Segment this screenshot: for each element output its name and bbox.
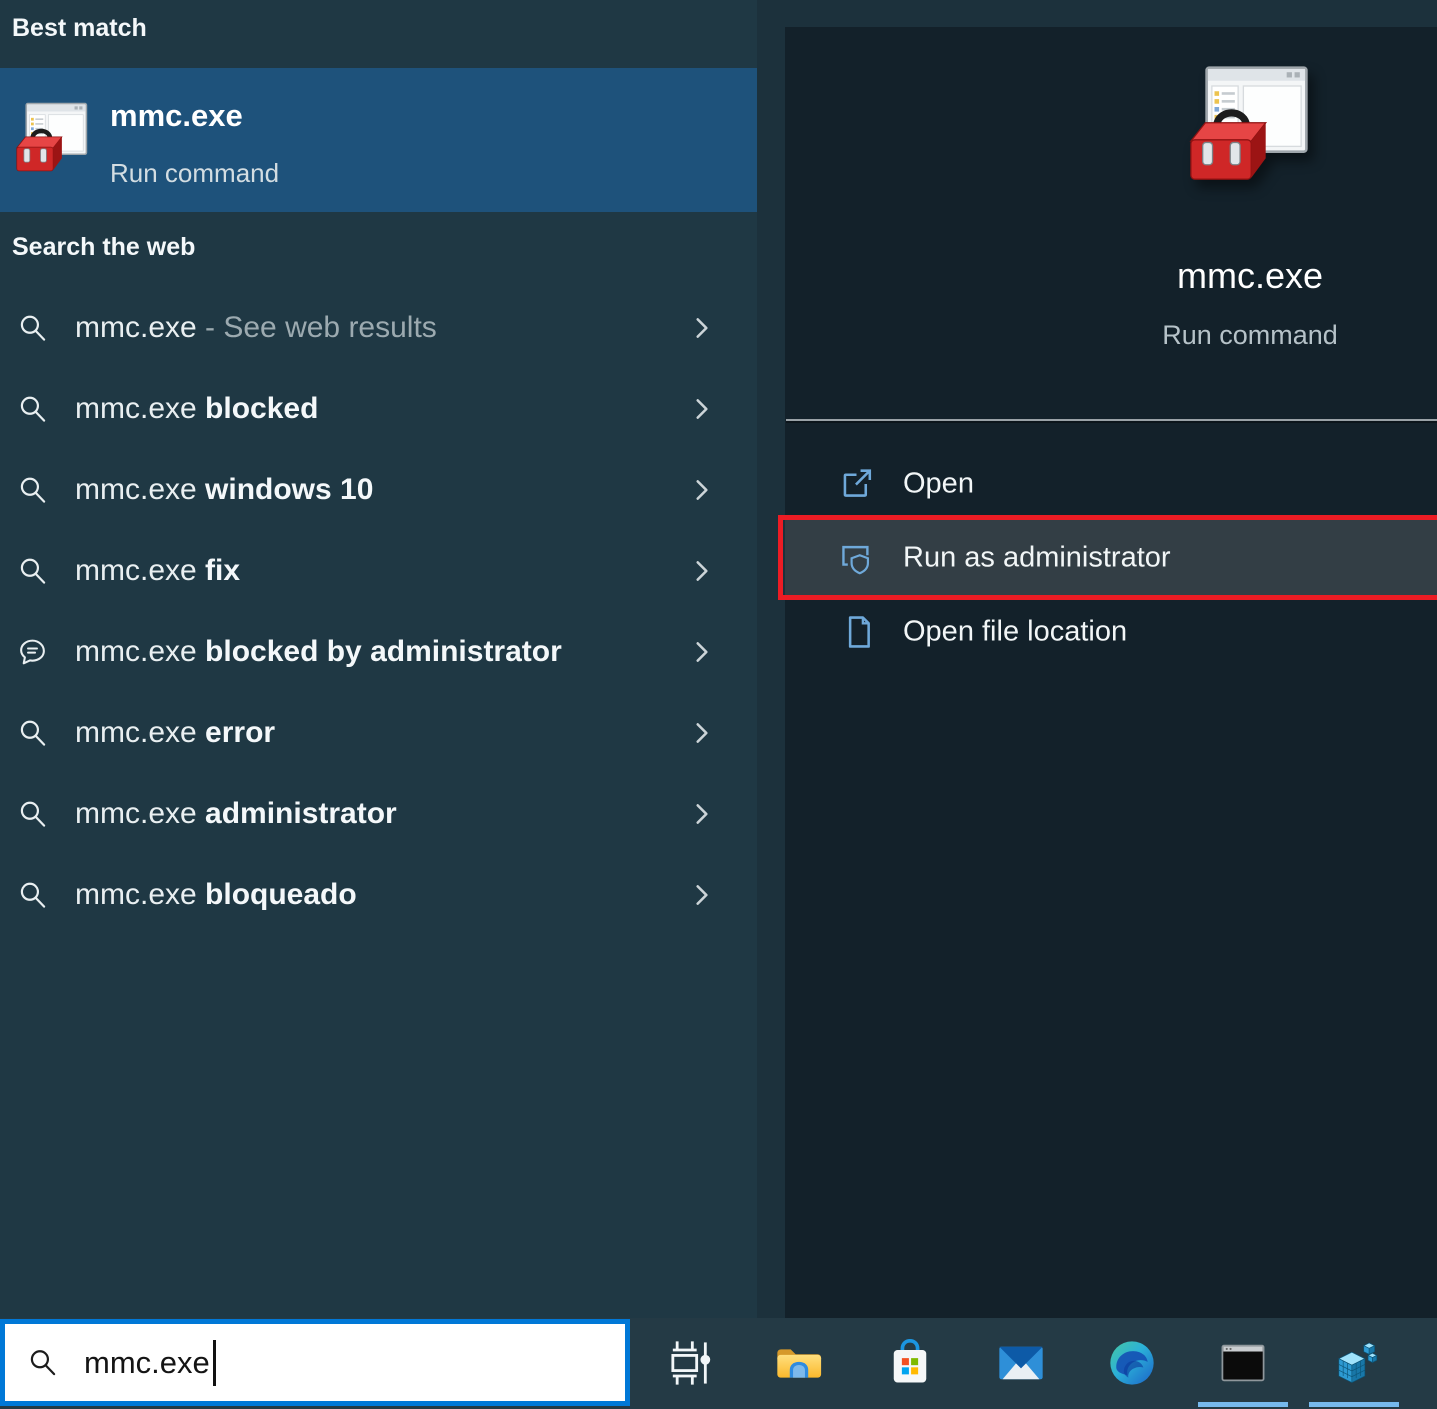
search-suggestion[interactable]: mmc.exe administrator: [0, 773, 757, 854]
preview-title: mmc.exe: [1000, 255, 1437, 297]
task-view-icon: [662, 1337, 714, 1389]
panel-divider: [757, 0, 785, 1318]
action-run-as-administrator[interactable]: Run as administrator: [785, 516, 1437, 599]
chat-bubble-icon: [17, 636, 48, 667]
search-suggestion[interactable]: mmc.exe - See web results: [0, 287, 757, 368]
preview-panel: mmc.exe Run command Open Run as administ…: [785, 27, 1437, 1318]
chevron-right-icon: [691, 638, 714, 665]
search-icon: [17, 393, 48, 424]
chevron-right-icon: [691, 557, 714, 584]
search-icon: [17, 798, 48, 829]
search-icon: [17, 312, 48, 343]
preview-divider: [786, 419, 1437, 421]
taskbar-task-view-button[interactable]: [662, 1337, 714, 1389]
taskbar-mail-button[interactable]: [995, 1337, 1047, 1389]
taskbar-search-box[interactable]: mmc.exe: [0, 1319, 630, 1406]
taskbar-file-explorer-button[interactable]: [773, 1337, 825, 1389]
best-match-subtitle: Run command: [110, 158, 279, 189]
mmc-toolbox-icon: [12, 102, 88, 178]
chevron-right-icon: [691, 314, 714, 341]
search-input-value: mmc.exe: [84, 1345, 210, 1381]
search-web-header: Search the web: [12, 233, 195, 262]
mmc-toolbox-icon-large: [1183, 65, 1309, 191]
chevron-right-icon: [691, 395, 714, 422]
search-suggestion[interactable]: mmc.exe error: [0, 692, 757, 773]
taskbar-terminal-button[interactable]: [1217, 1337, 1269, 1389]
search-icon: [17, 474, 48, 505]
search-suggestion[interactable]: mmc.exe bloqueado: [0, 854, 757, 935]
taskbar: mmc.exe: [0, 1318, 1437, 1409]
search-suggestion[interactable]: mmc.exe windows 10: [0, 449, 757, 530]
search-results-panel: Best match mmc.exe Run command Search th…: [0, 0, 757, 1318]
preview-panel-top-band: [785, 0, 1437, 27]
action-open-file-location[interactable]: Open file location: [785, 601, 1437, 663]
best-match-title: mmc.exe: [110, 98, 243, 134]
search-icon: [17, 717, 48, 748]
preview-subtitle: Run command: [1000, 320, 1437, 351]
registry-editor-icon: [1328, 1337, 1380, 1389]
search-suggestion[interactable]: mmc.exe blocked: [0, 368, 757, 449]
running-indicator: [1198, 1402, 1288, 1407]
chevron-right-icon: [691, 800, 714, 827]
chevron-right-icon: [691, 881, 714, 908]
text-caret: [213, 1340, 216, 1386]
file-location-icon: [838, 614, 875, 651]
launch-icon: [838, 466, 875, 503]
action-open[interactable]: Open: [785, 455, 1437, 513]
search-icon: [17, 555, 48, 586]
taskbar-microsoft-store-button[interactable]: [884, 1337, 936, 1389]
microsoft-edge-icon: [1106, 1337, 1158, 1389]
file-explorer-icon: [773, 1337, 825, 1389]
running-indicator: [1309, 1402, 1399, 1407]
microsoft-store-icon: [884, 1337, 936, 1389]
terminal-icon: [1217, 1337, 1269, 1389]
shield-admin-icon: [838, 539, 875, 576]
best-match-result[interactable]: mmc.exe Run command: [0, 68, 757, 212]
search-suggestion[interactable]: mmc.exe blocked by administrator: [0, 611, 757, 692]
taskbar-microsoft-edge-button[interactable]: [1106, 1337, 1158, 1389]
chevron-right-icon: [691, 476, 714, 503]
search-suggestion[interactable]: mmc.exe fix: [0, 530, 757, 611]
search-icon: [27, 1347, 58, 1378]
start-search-panel: Best match mmc.exe Run command Search th…: [0, 0, 1437, 1409]
best-match-header: Best match: [12, 14, 147, 43]
chevron-right-icon: [691, 719, 714, 746]
search-icon: [17, 879, 48, 910]
taskbar-registry-editor-button[interactable]: [1328, 1337, 1380, 1389]
mail-icon: [995, 1337, 1047, 1389]
